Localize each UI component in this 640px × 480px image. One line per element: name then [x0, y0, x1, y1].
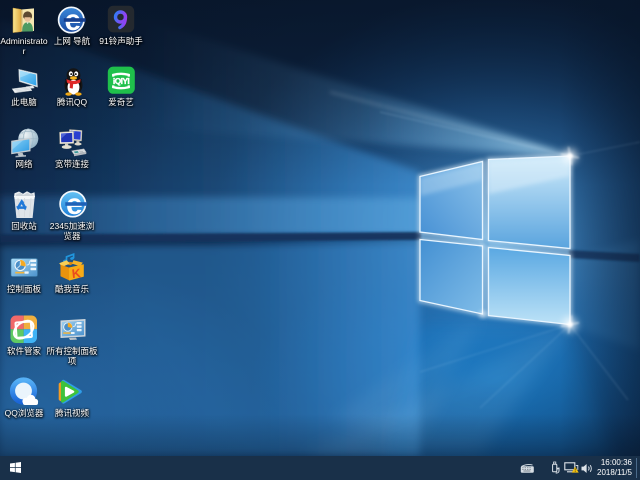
- svg-text:iQIYI: iQIYI: [113, 76, 130, 86]
- svg-text:K: K: [71, 266, 81, 281]
